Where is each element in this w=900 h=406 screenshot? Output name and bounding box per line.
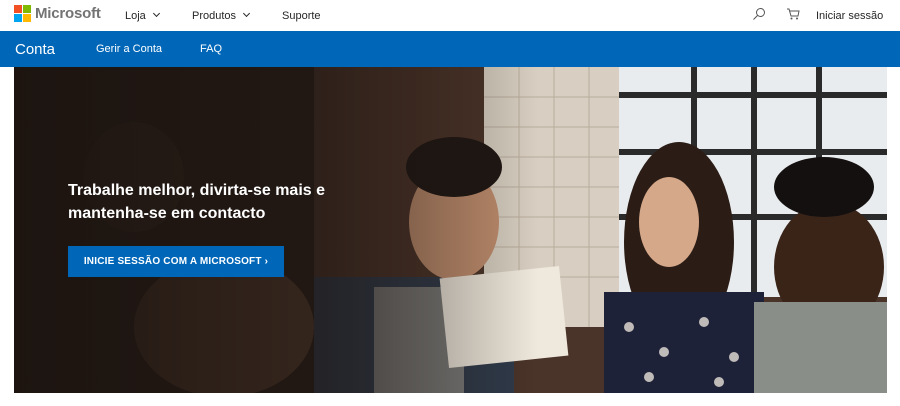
account-subnav: Conta Gerir a Conta FAQ xyxy=(0,31,900,67)
nav-suporte-label: Suporte xyxy=(282,9,321,22)
cart-icon[interactable] xyxy=(786,7,800,21)
windows-grid-icon xyxy=(14,5,31,22)
nav-suporte[interactable]: Suporte xyxy=(282,0,321,31)
subnav-link-gerir-conta[interactable]: Gerir a Conta xyxy=(96,31,162,67)
search-icon[interactable] xyxy=(752,7,766,21)
brand-name: Microsoft xyxy=(35,5,101,22)
chevron-down-icon xyxy=(152,9,160,18)
signin-with-microsoft-button[interactable]: INICIE SESSÃO COM A MICROSOFT › xyxy=(68,246,284,277)
hero-banner: Trabalhe melhor, divirta-se mais e mante… xyxy=(14,67,887,393)
microsoft-logo[interactable]: Microsoft xyxy=(14,5,101,22)
signin-link[interactable]: Iniciar sessão xyxy=(816,0,883,31)
subnav-title[interactable]: Conta xyxy=(15,31,55,67)
top-header: Microsoft Loja Produtos Suporte Iniciar … xyxy=(0,0,900,31)
subnav-link-faq[interactable]: FAQ xyxy=(200,31,222,67)
hero-photo xyxy=(14,67,887,393)
nav-produtos[interactable]: Produtos xyxy=(192,0,251,31)
chevron-down-icon xyxy=(242,9,251,18)
nav-loja[interactable]: Loja xyxy=(125,0,160,31)
nav-produtos-label: Produtos xyxy=(192,9,237,22)
hero-title: Trabalhe melhor, divirta-se mais e mante… xyxy=(68,182,325,222)
nav-loja-label: Loja xyxy=(125,9,146,22)
